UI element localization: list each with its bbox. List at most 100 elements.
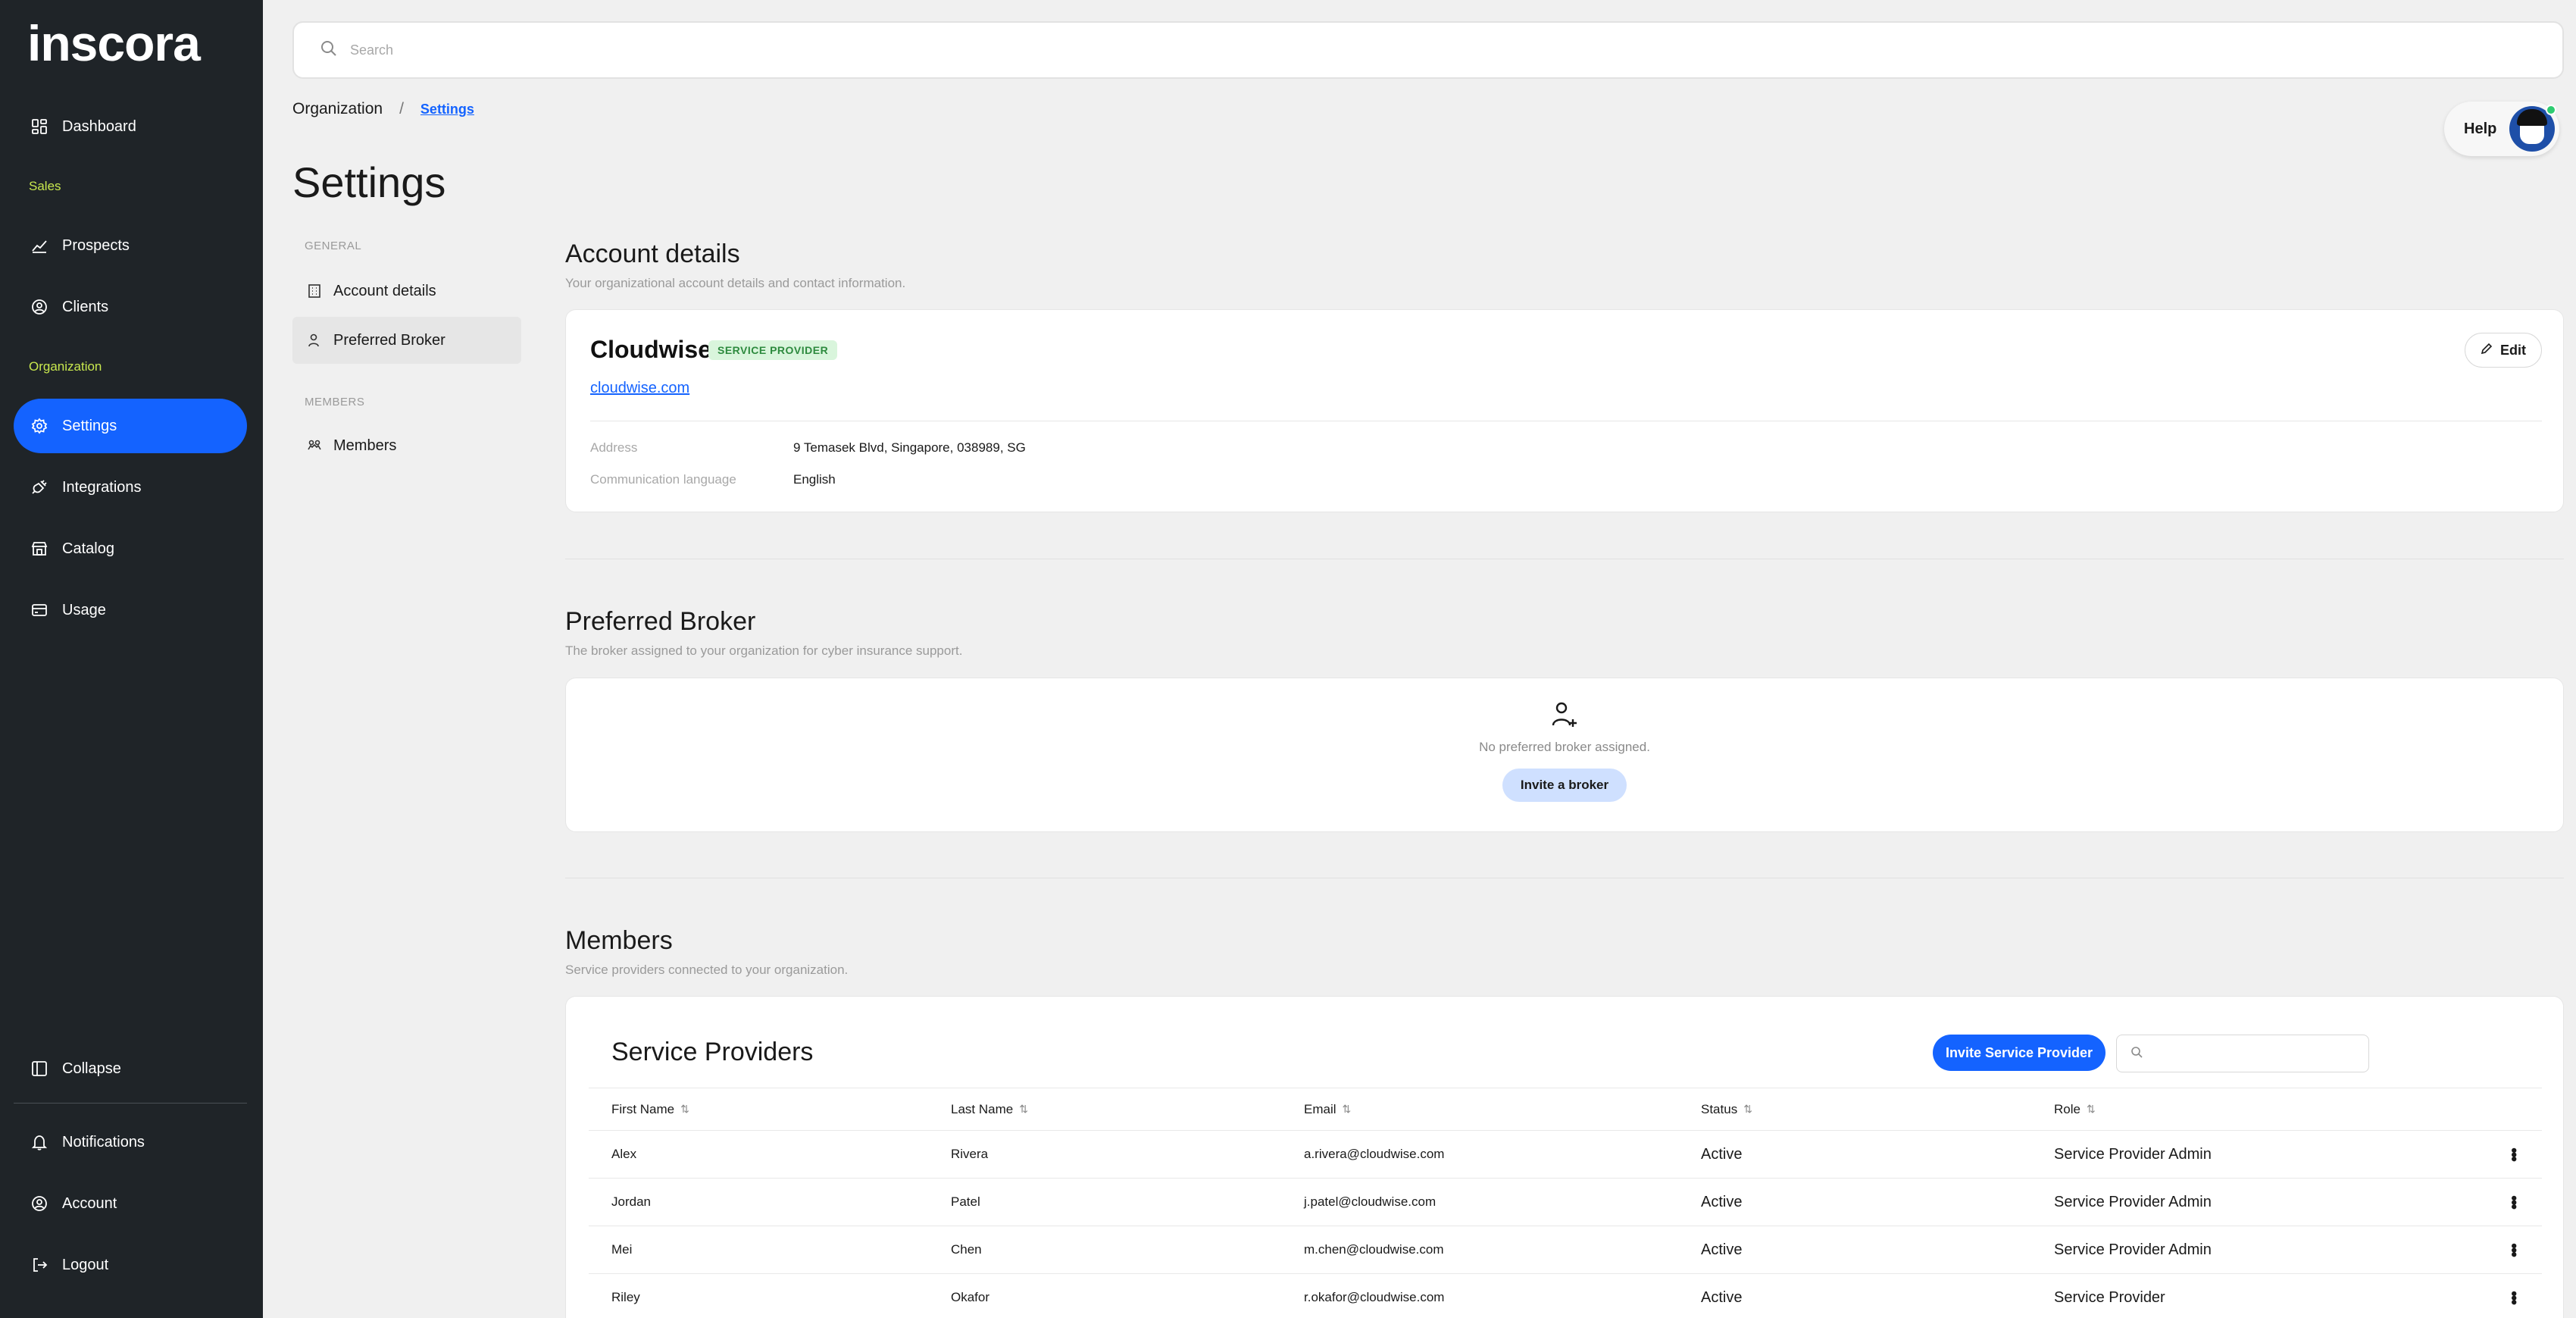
online-status-dot [2546,105,2556,115]
column-last-name[interactable]: Last Name ⇅ [928,1102,1281,1117]
sidebar-item-notifications[interactable]: Notifications [14,1115,247,1169]
breadcrumb-separator: / [399,100,404,117]
sidebar-item-label: Integrations [62,478,142,496]
first-name-cell: Mei [611,1242,633,1257]
sidebar-item-label: Catalog [62,540,114,557]
email-cell: r.okafor@cloudwise.com [1304,1290,1445,1304]
empty-state-text: No preferred broker assigned. [1479,740,1650,754]
sidebar-item-label: Prospects [62,236,130,254]
language-label: Communication language [590,472,736,487]
status-cell: Active [1701,1193,1743,1210]
table-row[interactable]: Jordan Patel j.patel@cloudwise.com Activ… [589,1178,2542,1226]
sidebar-item-label: Collapse [62,1060,121,1077]
more-options-icon[interactable]: ••• [2505,1291,2524,1304]
sidebar-item-label: Account [62,1194,117,1212]
address-value: 9 Temasek Blvd, Singapore, 038989, SG [793,440,1026,455]
breadcrumb: Organization / Settings [292,100,474,118]
search-input[interactable] [350,42,956,58]
sidebar-item-dashboard[interactable]: Dashboard [14,99,247,154]
search-icon [2131,1046,2143,1062]
logo-text: inscora [27,15,201,71]
column-status[interactable]: Status ⇅ [1678,1102,2031,1117]
column-email[interactable]: Email ⇅ [1281,1102,1678,1117]
role-cell: Service Provider Admin [2054,1193,2212,1210]
preferred-broker-subtitle: The broker assigned to your organization… [565,643,963,658]
sidebar-item-usage[interactable]: Usage [14,583,247,637]
subnav-item-label: Preferred Broker [333,331,445,349]
sidebar-item-settings[interactable]: Settings [14,399,247,453]
invite-broker-button[interactable]: Invite a broker [1502,769,1627,802]
column-first-name[interactable]: First Name ⇅ [589,1102,928,1117]
email-cell: a.rivera@cloudwise.com [1304,1147,1445,1161]
status-badge: SERVICE PROVIDER [708,340,838,360]
sidebar-section-organization: Organization [29,359,102,374]
user-icon [306,332,323,349]
chart-line-icon [30,236,48,255]
sidebar-divider [14,1103,247,1104]
members-search[interactable] [2116,1035,2369,1072]
role-cell: Service Provider Admin [2054,1241,2212,1258]
edit-button[interactable]: Edit [2465,333,2542,368]
more-options-icon[interactable]: ••• [2505,1243,2524,1256]
account-details-subtitle: Your organizational account details and … [565,276,906,290]
address-label: Address [590,440,638,455]
table-row[interactable]: Riley Okafor r.okafor@cloudwise.com Acti… [589,1273,2542,1318]
preferred-broker-title: Preferred Broker [565,607,756,636]
first-name-cell: Riley [611,1290,640,1304]
inscora-logo[interactable]: inscora [27,15,201,71]
subnav-item-account-details[interactable]: Account details [292,268,521,315]
more-options-icon[interactable]: ••• [2505,1195,2524,1208]
members-card: Service Providers Invite Service Provide… [565,996,2564,1318]
first-name-cell: Alex [611,1147,637,1161]
global-search[interactable] [292,21,2564,79]
sort-icon: ⇅ [680,1103,689,1115]
invite-service-provider-button[interactable]: Invite Service Provider [1933,1035,2106,1071]
members-title: Members [565,926,673,955]
sidebar-item-logout[interactable]: Logout [14,1238,247,1292]
subnav-item-members[interactable]: Members [292,422,521,469]
sidebar-item-collapse[interactable]: Collapse [14,1041,247,1096]
sidebar-item-label: Dashboard [62,117,136,135]
table-row[interactable]: Mei Chen m.chen@cloudwise.com Active Ser… [589,1226,2542,1273]
members-subtitle: Service providers connected to your orga… [565,963,849,977]
table-row[interactable]: Alex Rivera a.rivera@cloudwise.com Activ… [589,1130,2542,1178]
sort-icon: ⇅ [1019,1103,1028,1115]
subnav-section-general: GENERAL [305,239,362,252]
email-cell: j.patel@cloudwise.com [1304,1194,1436,1209]
breadcrumb-organization[interactable]: Organization [292,100,383,118]
edit-label: Edit [2500,342,2526,358]
service-providers-title: Service Providers [611,1038,814,1066]
help-button[interactable]: Help [2444,102,2559,156]
organization-website-link[interactable]: cloudwise.com [590,380,689,397]
status-cell: Active [1701,1288,1743,1306]
last-name-cell: Okafor [951,1290,990,1304]
breadcrumb-settings[interactable]: Settings [420,102,474,117]
user-plus-icon [1549,700,1580,734]
users-icon [306,437,323,454]
sidebar-item-integrations[interactable]: Integrations [14,460,247,515]
more-options-icon[interactable]: ••• [2505,1147,2524,1160]
sidebar-item-clients[interactable]: Clients [14,280,247,334]
store-icon [30,540,48,558]
account-details-card: Cloudwise SERVICE PROVIDER cloudwise.com… [565,309,2564,512]
sort-icon: ⇅ [1743,1103,1752,1115]
plug-icon [30,478,48,496]
sidebar-item-label: Settings [62,417,117,434]
subnav-item-label: Members [333,437,397,454]
sidebar-item-label: Logout [62,1256,109,1273]
sidebar: inscora Dashboard Sales Prospects Client… [0,0,263,1318]
sidebar-item-account[interactable]: Account [14,1176,247,1231]
subnav-item-preferred-broker[interactable]: Preferred Broker [292,317,521,364]
search-icon [320,39,338,61]
sort-icon: ⇅ [2086,1103,2096,1115]
gear-icon [30,417,48,435]
empty-state: No preferred broker assigned. Invite a b… [566,700,2563,802]
subnav-section-members: MEMBERS [305,396,365,409]
sidebar-item-label: Notifications [62,1133,145,1151]
sidebar-item-prospects[interactable]: Prospects [14,218,247,273]
members-table: First Name ⇅ Last Name ⇅ Email ⇅ Status ⇅ Ro… [589,1088,2542,1318]
sidebar-item-catalog[interactable]: Catalog [14,521,247,576]
role-cell: Service Provider Admin [2054,1145,2212,1163]
status-cell: Active [1701,1145,1743,1163]
column-role[interactable]: Role ⇅ [2031,1102,2486,1117]
